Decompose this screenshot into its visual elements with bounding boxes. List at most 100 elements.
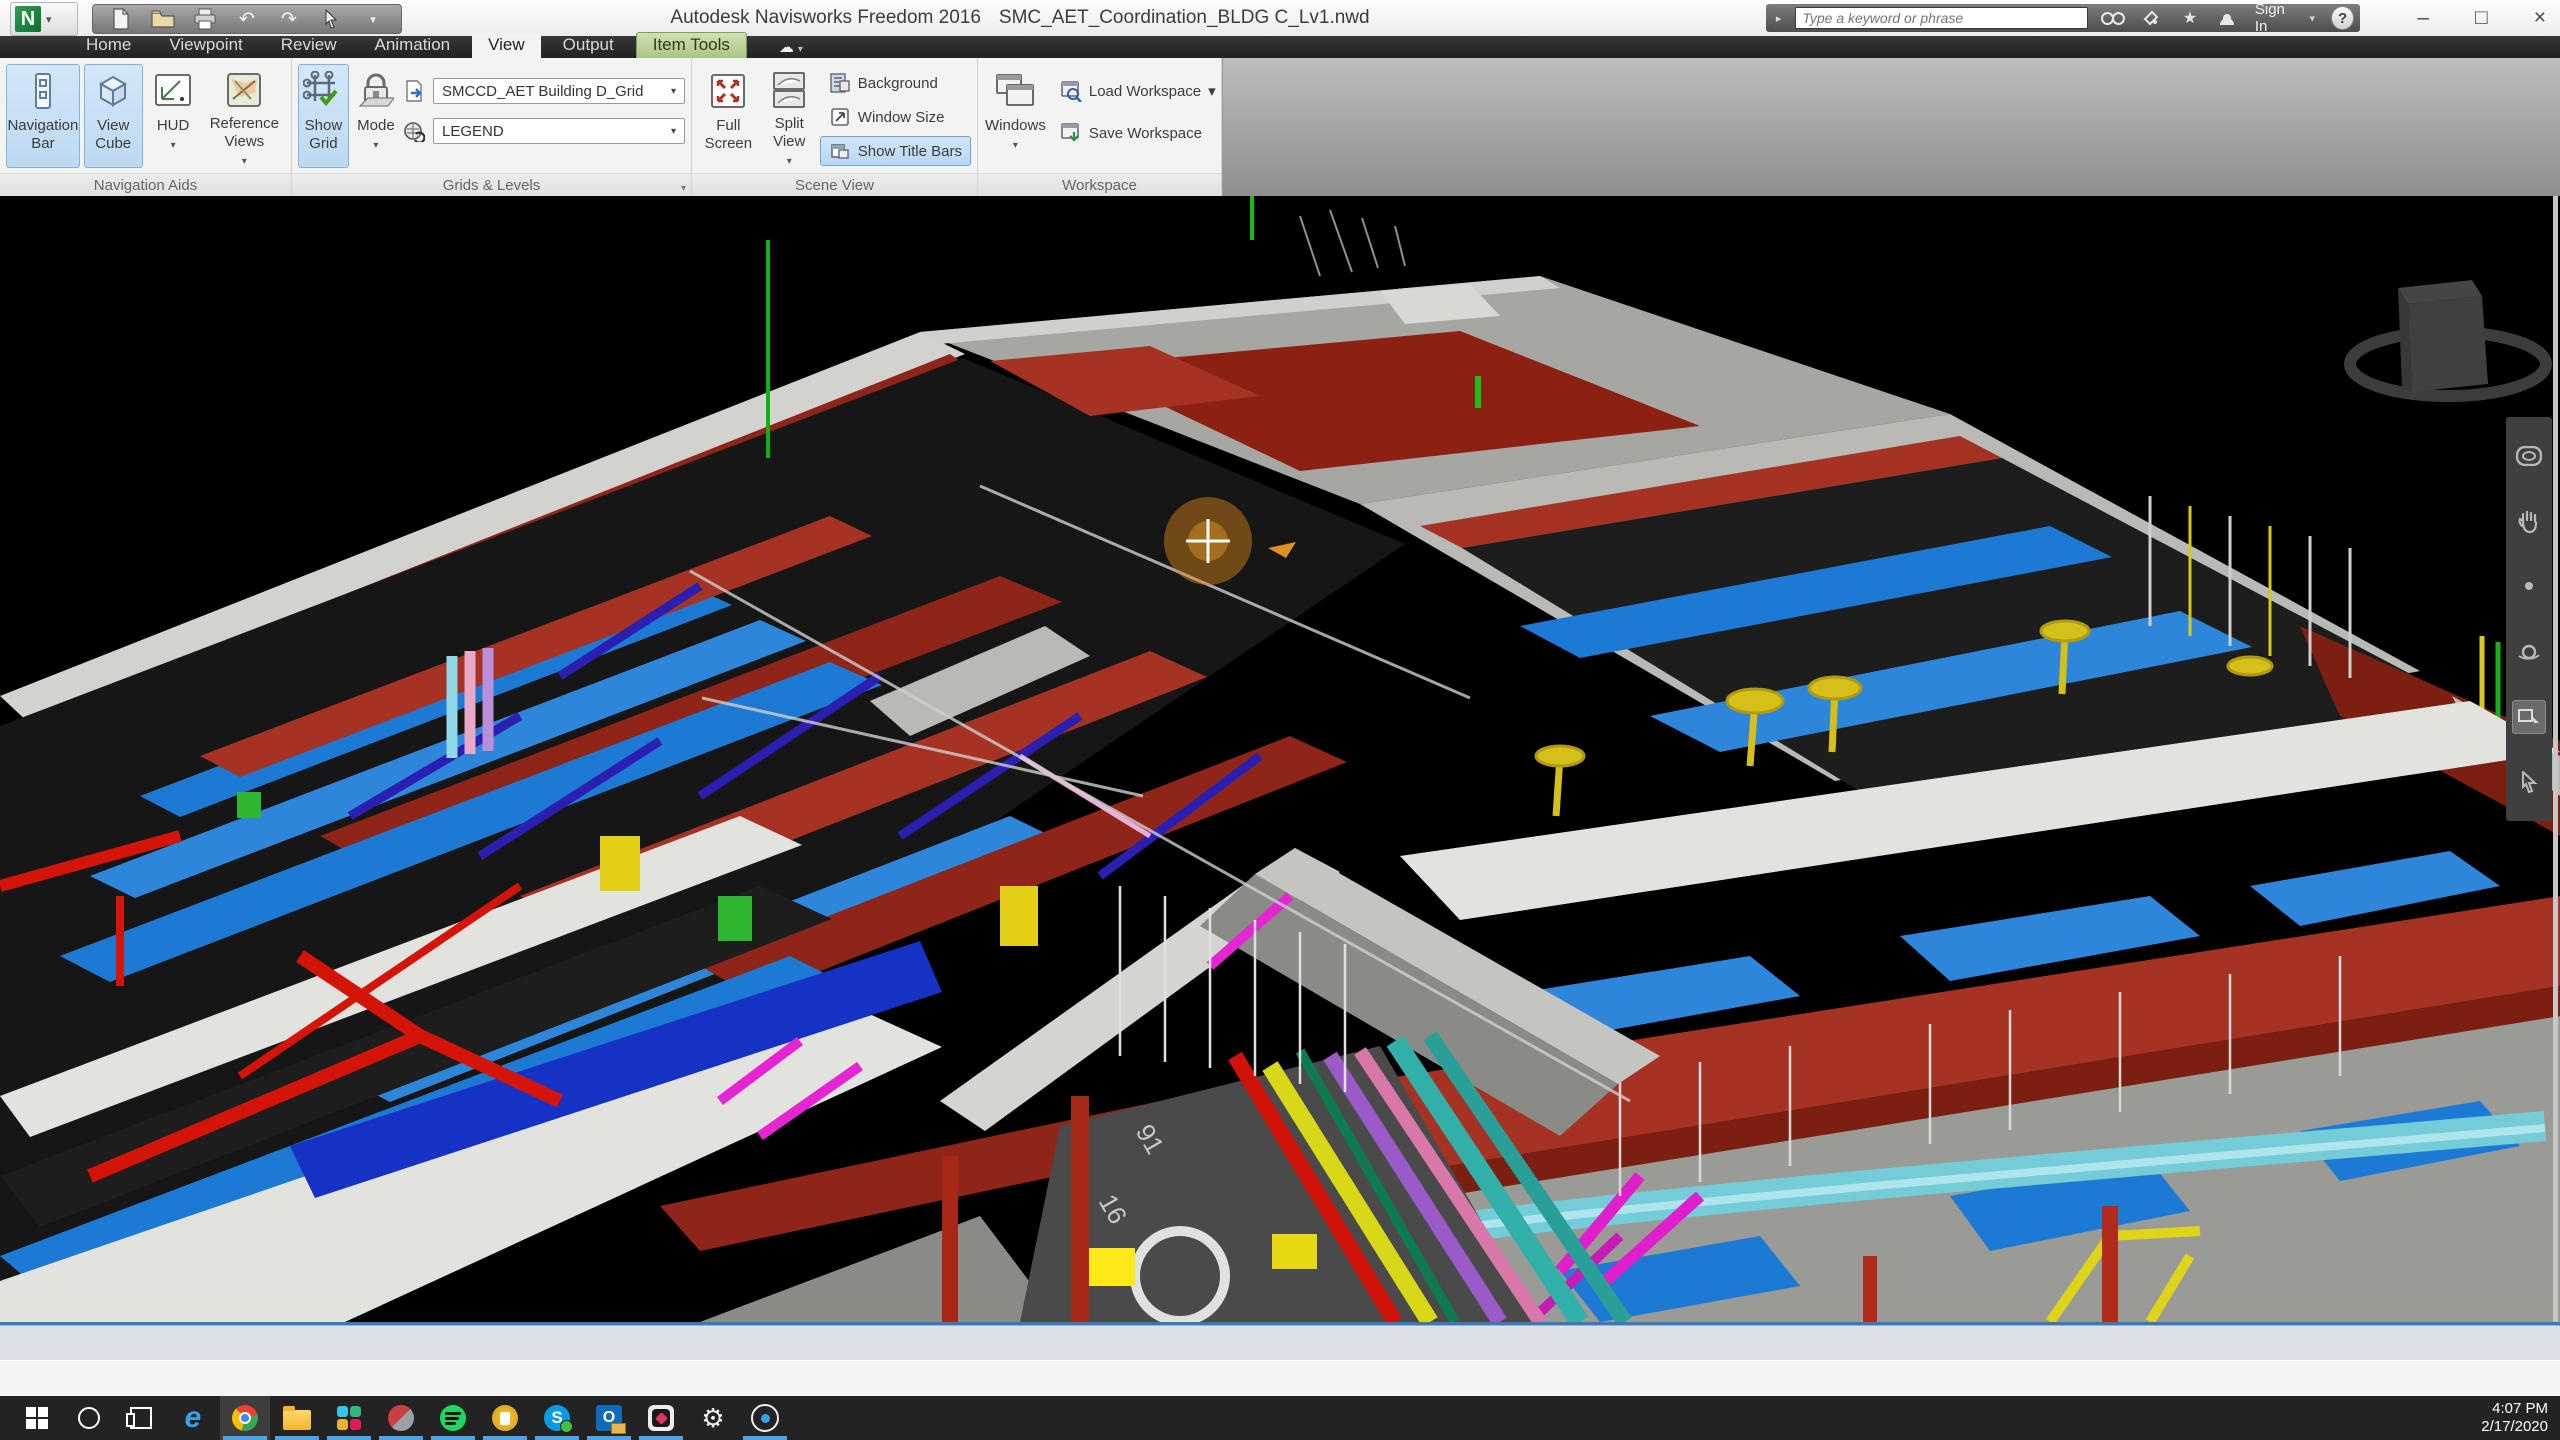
open-file-icon[interactable] [151, 7, 175, 31]
search-binoculars-icon[interactable] [2098, 7, 2127, 29]
hud-caret-icon: ▾ [171, 137, 176, 155]
help-icon[interactable]: ? [2331, 6, 2354, 30]
communication-center-icon[interactable] [2137, 7, 2166, 29]
camera-app-icon [648, 1405, 674, 1431]
3d-model-canvas[interactable]: 16 91 [0, 196, 2560, 1322]
sign-in-button[interactable]: Sign In [2255, 1, 2300, 35]
tab-item-tools[interactable]: Item Tools [636, 32, 747, 58]
start-button[interactable] [12, 1396, 62, 1440]
grid-select-combo[interactable]: SMCCD_AET Building D_Grid ▾ [433, 78, 685, 104]
steering-wheel-icon[interactable] [2512, 439, 2546, 473]
taskbar-search-button[interactable] [64, 1396, 114, 1440]
tab-home[interactable]: Home [70, 33, 147, 58]
task-view-button[interactable] [116, 1396, 166, 1440]
panel-navigation-aids: Navigation Bar View Cube HUD ▾ [0, 58, 292, 196]
taskbar-outlook[interactable]: O [584, 1396, 634, 1440]
scene-view-viewport[interactable]: 16 91 [0, 196, 2560, 1325]
load-workspace-icon [1060, 80, 1082, 102]
show-grid-button[interactable]: Show Grid [298, 64, 349, 168]
edge-icon: e [185, 1401, 202, 1435]
minimize-button[interactable]: – [2417, 6, 2429, 30]
taskbar-chrome[interactable] [220, 1396, 270, 1440]
load-workspace-caret-icon: ▾ [1208, 82, 1216, 100]
taskbar-capture-app[interactable] [376, 1396, 426, 1440]
grid-mode-button[interactable]: Mode ▾ [353, 64, 399, 168]
taskbar-gold-app[interactable] [480, 1396, 530, 1440]
status-bar-lower [0, 1360, 2560, 1397]
load-workspace-button[interactable]: Load Workspace ▾ [1051, 76, 1225, 106]
show-title-bars-button[interactable]: Show Title Bars [820, 136, 971, 166]
panel-title-workspace: Workspace [978, 173, 1221, 196]
pan-hand-icon[interactable] [2512, 504, 2546, 538]
tab-viewpoint[interactable]: Viewpoint [153, 33, 258, 58]
outlook-icon: O [596, 1405, 622, 1431]
background-button[interactable]: Background [820, 68, 971, 98]
view-cube-3d[interactable] [2350, 280, 2546, 396]
redo-icon[interactable]: ↷ [277, 7, 301, 31]
taskbar-recorder[interactable] [740, 1396, 790, 1440]
taskbar-slack[interactable] [324, 1396, 374, 1440]
taskbar-file-explorer[interactable] [272, 1396, 322, 1440]
view-cube-button[interactable]: View Cube [84, 64, 143, 168]
new-document-icon[interactable] [109, 7, 133, 31]
navisworks-logo-icon: N [15, 6, 41, 32]
ribbon-tab-row: Home Viewpoint Review Animation View Out… [0, 36, 2560, 58]
window-controls: – □ × [2417, 0, 2546, 36]
window-title: Autodesk Navisworks Freedom 2016 SMC_AET… [700, 0, 1340, 36]
reference-views-button[interactable]: Reference Views ▾ [204, 64, 285, 168]
connected-cloud-icon[interactable]: ☁▾ [779, 38, 803, 58]
taskbar-spotify[interactable] [428, 1396, 478, 1440]
panel-workspace: Windows ▾ Load Workspace ▾ [978, 58, 1222, 196]
hud-button[interactable]: HUD ▾ [147, 64, 200, 168]
window-size-button[interactable]: Window Size [820, 102, 971, 132]
tab-animation[interactable]: Animation [359, 33, 467, 58]
background-icon [829, 72, 851, 94]
restore-button[interactable]: □ [2475, 6, 2488, 30]
spotify-icon [440, 1405, 466, 1431]
taskbar-edge[interactable]: e [168, 1396, 218, 1440]
look-around-icon[interactable] [2512, 700, 2546, 734]
application-menu-button[interactable]: N ▾ [10, 2, 78, 36]
full-screen-icon [708, 71, 748, 111]
grid-combo-caret-icon[interactable]: ▾ [671, 86, 676, 97]
print-icon[interactable] [193, 7, 217, 31]
window-size-icon [829, 106, 851, 128]
save-workspace-button[interactable]: Save Workspace [1051, 118, 1225, 148]
split-view-caret-icon: ▾ [787, 153, 792, 171]
cloud-caret-icon: ▾ [798, 44, 803, 55]
viewport-right-border [2553, 196, 2558, 1322]
tab-review[interactable]: Review [265, 33, 353, 58]
sign-in-person-icon[interactable] [2214, 7, 2243, 29]
windows-taskbar: e S O ⚙ 4:07 PM 2/17/2020 [0, 1396, 2560, 1440]
level-select-combo[interactable]: LEGEND ▾ [433, 118, 685, 144]
sign-in-caret-icon[interactable]: ▾ [2309, 12, 2315, 25]
undo-icon[interactable]: ↶ [235, 7, 259, 31]
navigation-bar-strip [2506, 417, 2552, 821]
windows-button[interactable]: Windows ▾ [984, 64, 1047, 168]
view-cube-icon [93, 71, 133, 111]
full-screen-button[interactable]: Full Screen [698, 64, 759, 168]
search-input[interactable] [1795, 7, 2088, 29]
favorites-star-icon[interactable]: ★ [2176, 7, 2205, 29]
zoom-icon[interactable] [2512, 569, 2546, 603]
navigation-bar-button[interactable]: Navigation Bar [6, 64, 80, 168]
taskbar-clock[interactable]: 4:07 PM 2/17/2020 [2481, 1396, 2548, 1440]
gold-app-icon [492, 1405, 518, 1431]
grids-levels-launcher-icon[interactable]: ▾ [681, 183, 686, 194]
select-tool-icon[interactable] [319, 7, 343, 31]
level-combo-caret-icon[interactable]: ▾ [671, 126, 676, 137]
qat-customize-caret-icon[interactable]: ▾ [361, 7, 385, 31]
taskbar-skype[interactable]: S [532, 1396, 582, 1440]
tab-view[interactable]: View [472, 33, 541, 58]
infocenter-collapse-icon[interactable]: ▸ [1772, 8, 1785, 28]
select-arrow-icon[interactable] [2512, 765, 2546, 799]
taskbar-camera-app[interactable] [636, 1396, 686, 1440]
split-view-button[interactable]: Split View ▾ [763, 64, 816, 168]
close-button[interactable]: × [2534, 6, 2546, 30]
tab-output[interactable]: Output [547, 33, 630, 58]
orbit-icon[interactable] [2512, 635, 2546, 669]
taskbar-settings[interactable]: ⚙ [688, 1396, 738, 1440]
panel-title-scene-view: Scene View [692, 173, 977, 196]
panel-title-navigation-aids: Navigation Aids [0, 173, 291, 196]
slack-icon [337, 1406, 361, 1430]
